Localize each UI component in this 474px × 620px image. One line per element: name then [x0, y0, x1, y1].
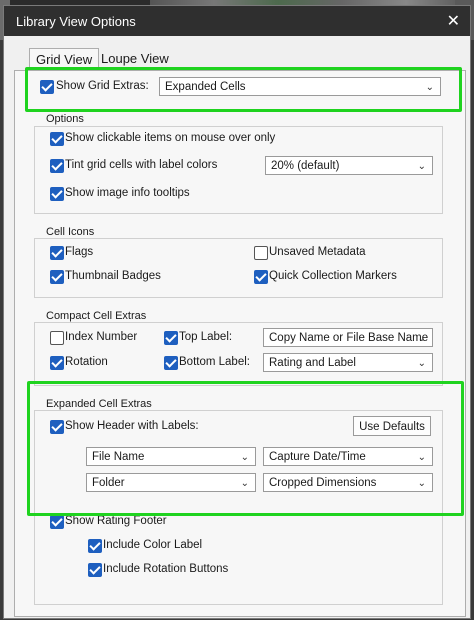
chevron-down-icon: ⌄ — [417, 358, 426, 369]
cell-icons-group-title: Cell Icons — [46, 226, 95, 238]
image-info-tooltips-label: Show image info tooltips — [65, 187, 190, 199]
thumbnail-badges-label: Thumbnail Badges — [65, 270, 161, 282]
index-number-checkbox[interactable] — [50, 331, 64, 345]
chevron-down-icon: ⌄ — [417, 333, 426, 344]
highlight-box-grid-extras — [25, 67, 462, 112]
include-rotation-buttons-label: Include Rotation Buttons — [103, 563, 229, 575]
rating-footer-label: Show Rating Footer — [65, 515, 167, 527]
dialog-title-bar: Library View Options ✕ — [4, 6, 470, 36]
bottom-label-checkbox[interactable] — [164, 356, 178, 370]
index-number-label: Index Number — [65, 331, 138, 343]
top-label-value: Copy Name or File Base Name — [269, 332, 429, 344]
quick-collection-markers-checkbox[interactable] — [254, 270, 268, 284]
close-icon[interactable]: ✕ — [447, 11, 460, 31]
quick-collection-markers-label: Quick Collection Markers — [269, 270, 397, 282]
flags-label: Flags — [65, 246, 94, 258]
top-label-label: Top Label: — [179, 331, 233, 343]
rotation-checkbox[interactable] — [50, 356, 64, 370]
top-label-checkbox[interactable] — [164, 331, 178, 345]
image-info-tooltips-checkbox[interactable] — [50, 187, 64, 201]
clickable-items-label: Show clickable items on mouse over only — [65, 132, 276, 144]
unsaved-metadata-checkbox[interactable] — [254, 246, 268, 260]
tint-cells-checkbox[interactable] — [50, 159, 64, 173]
highlight-box-expanded-extras — [27, 381, 464, 516]
options-group-title: Options — [46, 113, 84, 125]
compact-cell-extras-title: Compact Cell Extras — [46, 310, 147, 322]
tint-cells-label: Tint grid cells with label colors — [65, 159, 218, 171]
tint-amount-value: 20% (default) — [271, 160, 340, 172]
bottom-label-value: Rating and Label — [269, 357, 356, 369]
dialog-title: Library View Options — [16, 14, 136, 29]
include-color-label-label: Include Color Label — [103, 539, 203, 551]
unsaved-metadata-label: Unsaved Metadata — [269, 246, 366, 258]
include-rotation-buttons-checkbox[interactable] — [88, 563, 102, 577]
rating-footer-checkbox[interactable] — [50, 515, 64, 529]
thumbnail-badges-checkbox[interactable] — [50, 270, 64, 284]
flags-checkbox[interactable] — [50, 246, 64, 260]
bottom-label-label: Bottom Label: — [179, 356, 250, 368]
include-color-label-checkbox[interactable] — [88, 539, 102, 553]
clickable-items-checkbox[interactable] — [50, 132, 64, 146]
tint-amount-select[interactable]: 20% (default) ⌄ — [265, 156, 433, 175]
top-label-select[interactable]: Copy Name or File Base Name ⌄ — [263, 328, 433, 347]
cell-icons-group — [34, 238, 443, 298]
rotation-label: Rotation — [65, 356, 108, 368]
bottom-label-select[interactable]: Rating and Label ⌄ — [263, 353, 433, 372]
chevron-down-icon: ⌄ — [417, 161, 426, 172]
library-view-options-dialog: Library View Options ✕ Grid View Loupe V… — [3, 5, 471, 619]
